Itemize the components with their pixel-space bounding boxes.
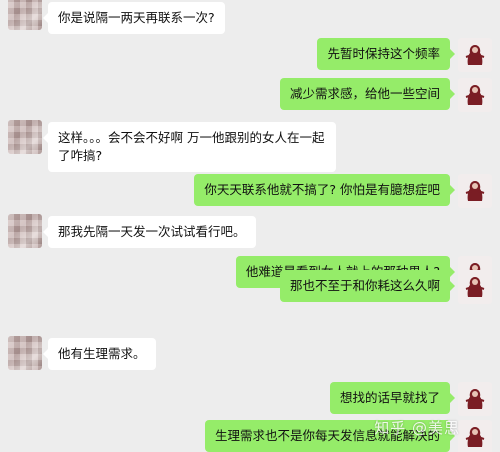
my-avatar-icon[interactable] — [458, 382, 492, 416]
chat-area: 你是说隔一两天再联系一次? 先暂时保持这个频率 减少需求感，给他一些空间 这样。… — [0, 0, 500, 452]
blurred-avatar-icon — [8, 120, 42, 154]
blurred-avatar-icon — [8, 214, 42, 248]
contact-avatar-icon[interactable] — [8, 120, 42, 154]
outgoing-message[interactable]: 减少需求感，给他一些空间 — [279, 78, 456, 110]
contact-avatar-icon[interactable] — [8, 214, 42, 248]
blurred-avatar-icon — [8, 0, 42, 30]
incoming-message[interactable]: 这样。。。会不会不好啊 万一他跟别的女人在一起了咋搞? — [43, 122, 336, 172]
incoming-message[interactable]: 他有生理需求。 — [43, 338, 156, 370]
contact-avatar-icon[interactable] — [8, 0, 42, 30]
outgoing-message[interactable]: 你天天联系他就不搞了? 你怕是有臆想症吧 — [194, 174, 455, 206]
incoming-message[interactable]: 你是说隔一两天再联系一次? — [43, 2, 225, 34]
my-avatar-icon[interactable] — [458, 38, 492, 72]
profile-photo-icon — [458, 420, 492, 452]
outgoing-message[interactable]: 先暂时保持这个频率 — [317, 38, 455, 70]
profile-photo-icon — [458, 38, 492, 72]
profile-photo-icon — [458, 78, 492, 112]
my-avatar-icon[interactable] — [458, 174, 492, 208]
contact-avatar-icon[interactable] — [8, 336, 42, 370]
my-avatar-icon[interactable] — [458, 270, 492, 304]
profile-photo-icon — [458, 382, 492, 416]
profile-photo-icon — [458, 174, 492, 208]
profile-photo-icon — [458, 270, 492, 304]
my-avatar-icon[interactable] — [458, 78, 492, 112]
outgoing-message[interactable]: 那也不至于和你耗这么久啊 — [279, 270, 456, 302]
incoming-message[interactable]: 那我先隔一天发一次试试看行吧。 — [43, 216, 256, 248]
zhihu-watermark: 知乎 @美思 — [374, 419, 460, 437]
my-avatar-icon[interactable] — [458, 420, 492, 452]
blurred-avatar-icon — [8, 336, 42, 370]
outgoing-message[interactable]: 想找的话早就找了 — [329, 382, 456, 414]
